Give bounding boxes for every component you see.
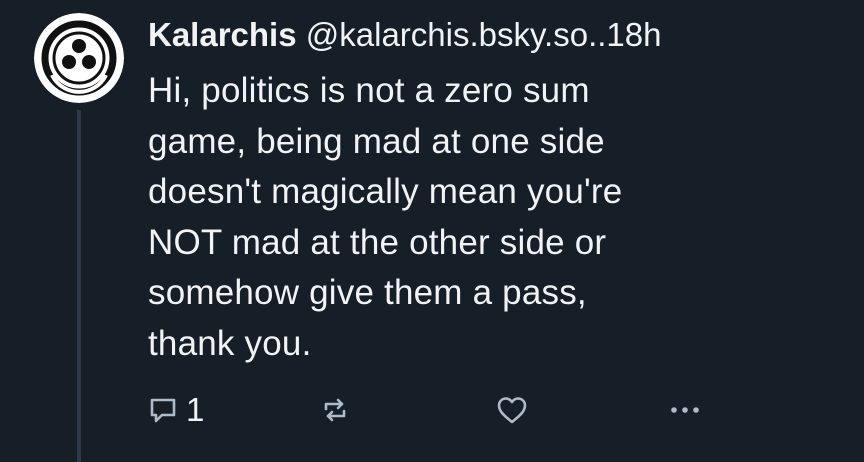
- post-text-line: doesn't magically mean you're: [148, 172, 623, 211]
- repost-icon: [324, 398, 346, 422]
- repost-button[interactable]: [320, 388, 350, 432]
- post-actions: 1: [148, 388, 708, 432]
- ellipsis-icon: [671, 407, 699, 413]
- post-text-line: Hi, politics is not a zero sum: [148, 71, 590, 110]
- post: Kalarchis @kalarchis.bsky.so..18h Hi, po…: [0, 0, 864, 462]
- post-content: Kalarchis @kalarchis.bsky.so..18h Hi, po…: [148, 14, 848, 369]
- post-timestamp[interactable]: 18h: [606, 16, 661, 53]
- post-text-line: somehow give them a pass,: [148, 273, 587, 312]
- author-display-name[interactable]: Kalarchis: [148, 16, 297, 53]
- reply-button[interactable]: 1: [148, 388, 204, 432]
- reply-count: 1: [186, 391, 205, 428]
- post-text-line: thank you.: [148, 323, 312, 363]
- post-text-line: NOT mad at the other side or: [148, 222, 607, 262]
- heart-icon: [497, 397, 527, 424]
- post-meta: Kalarchis @kalarchis.bsky.so..18h: [148, 14, 848, 56]
- more-options-button[interactable]: [668, 388, 702, 432]
- post-text-line: game, being mad at one side: [148, 121, 605, 161]
- like-button[interactable]: [496, 388, 528, 432]
- thread-line: [77, 110, 81, 462]
- three-dots-circle-avatar-icon: [34, 13, 124, 103]
- avatar[interactable]: [34, 13, 124, 103]
- author-handle[interactable]: @kalarchis.bsky.so..: [306, 16, 607, 53]
- post-text: Hi, politics is not a zero sum game, bei…: [148, 66, 848, 369]
- reply-bubble-icon: [150, 398, 176, 423]
